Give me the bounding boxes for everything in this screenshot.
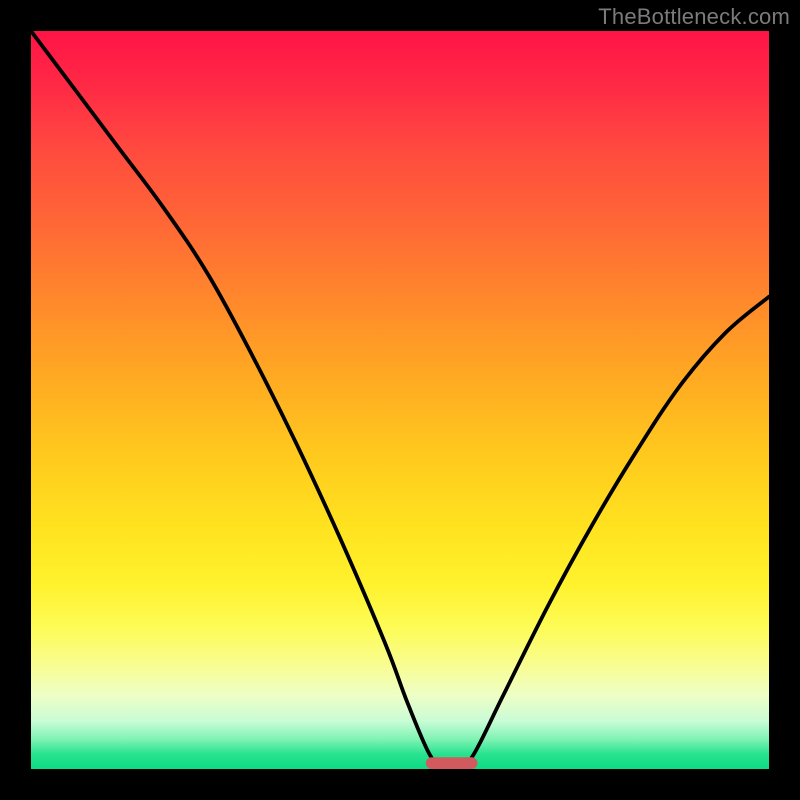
chart-svg: [31, 31, 769, 769]
bottleneck-curve-path: [31, 31, 769, 769]
watermark-text: TheBottleneck.com: [598, 4, 790, 30]
chart-frame: TheBottleneck.com: [0, 0, 800, 800]
minimum-marker: [426, 757, 478, 769]
chart-plot-area: [31, 31, 769, 769]
